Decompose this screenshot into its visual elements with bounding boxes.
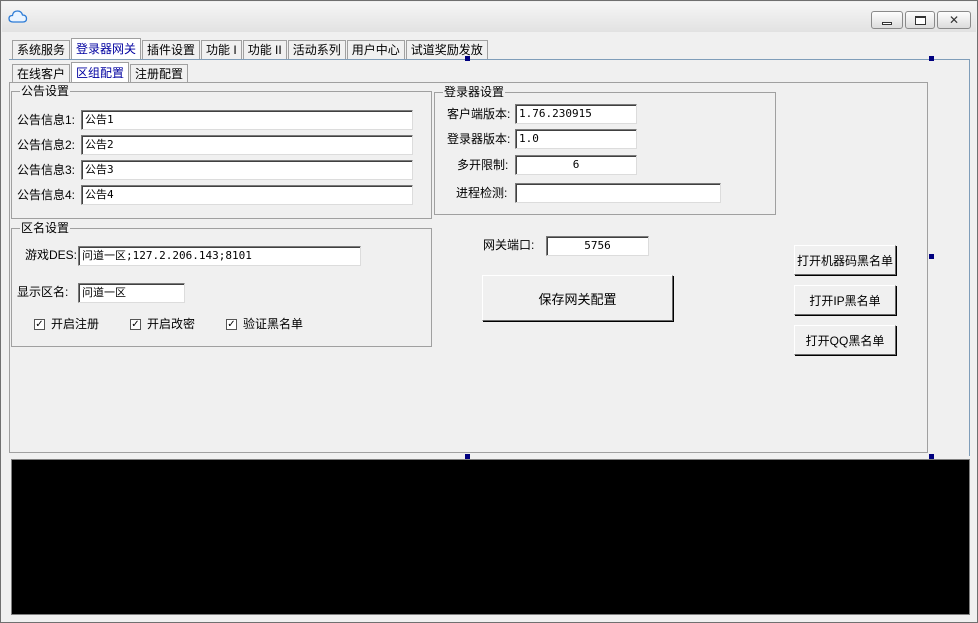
game-des-label: 游戏DES: (25, 248, 78, 262)
close-button[interactable]: ✕ (937, 11, 971, 29)
notice-2-label: 公告信息2: (17, 138, 76, 152)
tab-plugin-settings[interactable]: 插件设置 (142, 40, 201, 60)
minimize-icon (882, 21, 892, 25)
checkbox-check-icon: ✓ (130, 318, 141, 330)
tab-system-service[interactable]: 系统服务 (12, 40, 71, 60)
tab-function-1[interactable]: 功能 I (201, 40, 242, 60)
launcher-version-input[interactable]: 1.0 (515, 129, 637, 149)
tab-trial-rewards[interactable]: 试道奖励发放 (405, 40, 488, 60)
open-machine-blacklist-button[interactable]: 打开机器码黑名单 (794, 245, 896, 275)
resize-handle[interactable] (929, 254, 934, 259)
tab-function-2[interactable]: 功能 II (242, 40, 287, 60)
verify-blacklist-checkbox[interactable]: ✓ 验证黑名单 (226, 317, 303, 331)
enable-register-checkbox[interactable]: ✓ 开启注册 (34, 317, 99, 331)
tab-activity-series[interactable]: 活动系列 (287, 40, 346, 60)
checkbox-check-icon: ✓ (226, 318, 237, 330)
open-qq-blacklist-button[interactable]: 打开QQ黑名单 (794, 325, 896, 355)
notice-4-label: 公告信息4: (17, 188, 76, 202)
open-ip-blacklist-button[interactable]: 打开IP黑名单 (794, 285, 896, 315)
title-bar[interactable]: ✕ (2, 2, 976, 32)
notice-2-input[interactable]: 公告2 (81, 135, 413, 155)
client-version-label: 客户端版本: (447, 107, 511, 121)
display-zone-input[interactable]: 问道一区 (78, 283, 185, 303)
login-settings-title: 登录器设置 (443, 85, 506, 99)
cloud-icon (8, 8, 28, 26)
gateway-port-input[interactable]: 5756 (546, 236, 649, 256)
checkbox-check-icon: ✓ (34, 318, 45, 330)
process-check-input[interactable] (515, 183, 721, 203)
tab-page-border (9, 59, 969, 60)
launcher-version-label: 登录器版本: (447, 132, 511, 146)
sub-tab-strip: 在线客户 区组配置 注册配置 (12, 62, 189, 84)
main-tab-strip: 系统服务 登录器网关 插件设置 功能 I 功能 II 活动系列 用户中心 试道奖… (12, 38, 489, 60)
tab-register-config[interactable]: 注册配置 (130, 64, 189, 84)
verify-blacklist-label: 验证黑名单 (243, 317, 304, 331)
notice-1-label: 公告信息1: (17, 113, 76, 127)
enable-register-label: 开启注册 (51, 317, 100, 331)
save-gateway-config-button[interactable]: 保存网关配置 (482, 275, 673, 321)
close-icon: ✕ (948, 13, 960, 27)
tab-page-border-right (969, 59, 970, 456)
tab-login-gateway[interactable]: 登录器网关 (71, 38, 142, 60)
notice-group-title: 公告设置 (20, 84, 71, 98)
enable-password-change-checkbox[interactable]: ✓ 开启改密 (130, 317, 195, 331)
notice-1-input[interactable]: 公告1 (81, 110, 413, 130)
tab-user-center[interactable]: 用户中心 (346, 40, 405, 60)
resize-handle[interactable] (465, 56, 470, 61)
notice-4-input[interactable]: 公告4 (81, 185, 413, 205)
zone-name-title: 区名设置 (20, 221, 71, 235)
resize-handle[interactable] (929, 56, 934, 61)
app-window: ✕ 系统服务 登录器网关 插件设置 功能 I 功能 II 活动系列 用户中心 试… (0, 0, 978, 623)
tab-zone-config[interactable]: 区组配置 (71, 62, 130, 84)
display-zone-label: 显示区名: (17, 285, 69, 299)
multi-open-input[interactable]: 6 (515, 155, 637, 175)
maximize-button[interactable] (905, 11, 935, 29)
multi-open-label: 多开限制: (457, 158, 509, 172)
client-version-input[interactable]: 1.76.230915 (515, 104, 637, 124)
notice-3-input[interactable]: 公告3 (81, 160, 413, 180)
tab-online-clients[interactable]: 在线客户 (12, 64, 71, 84)
game-des-input[interactable]: 问道一区;127.2.206.143;8101 (78, 246, 361, 266)
log-console[interactable] (11, 459, 970, 615)
notice-3-label: 公告信息3: (17, 163, 76, 177)
gateway-port-label: 网关端口: (483, 238, 535, 252)
process-check-label: 进程检测: (456, 186, 508, 200)
enable-password-change-label: 开启改密 (147, 317, 196, 331)
maximize-icon (914, 15, 926, 25)
minimize-button[interactable] (871, 11, 903, 29)
